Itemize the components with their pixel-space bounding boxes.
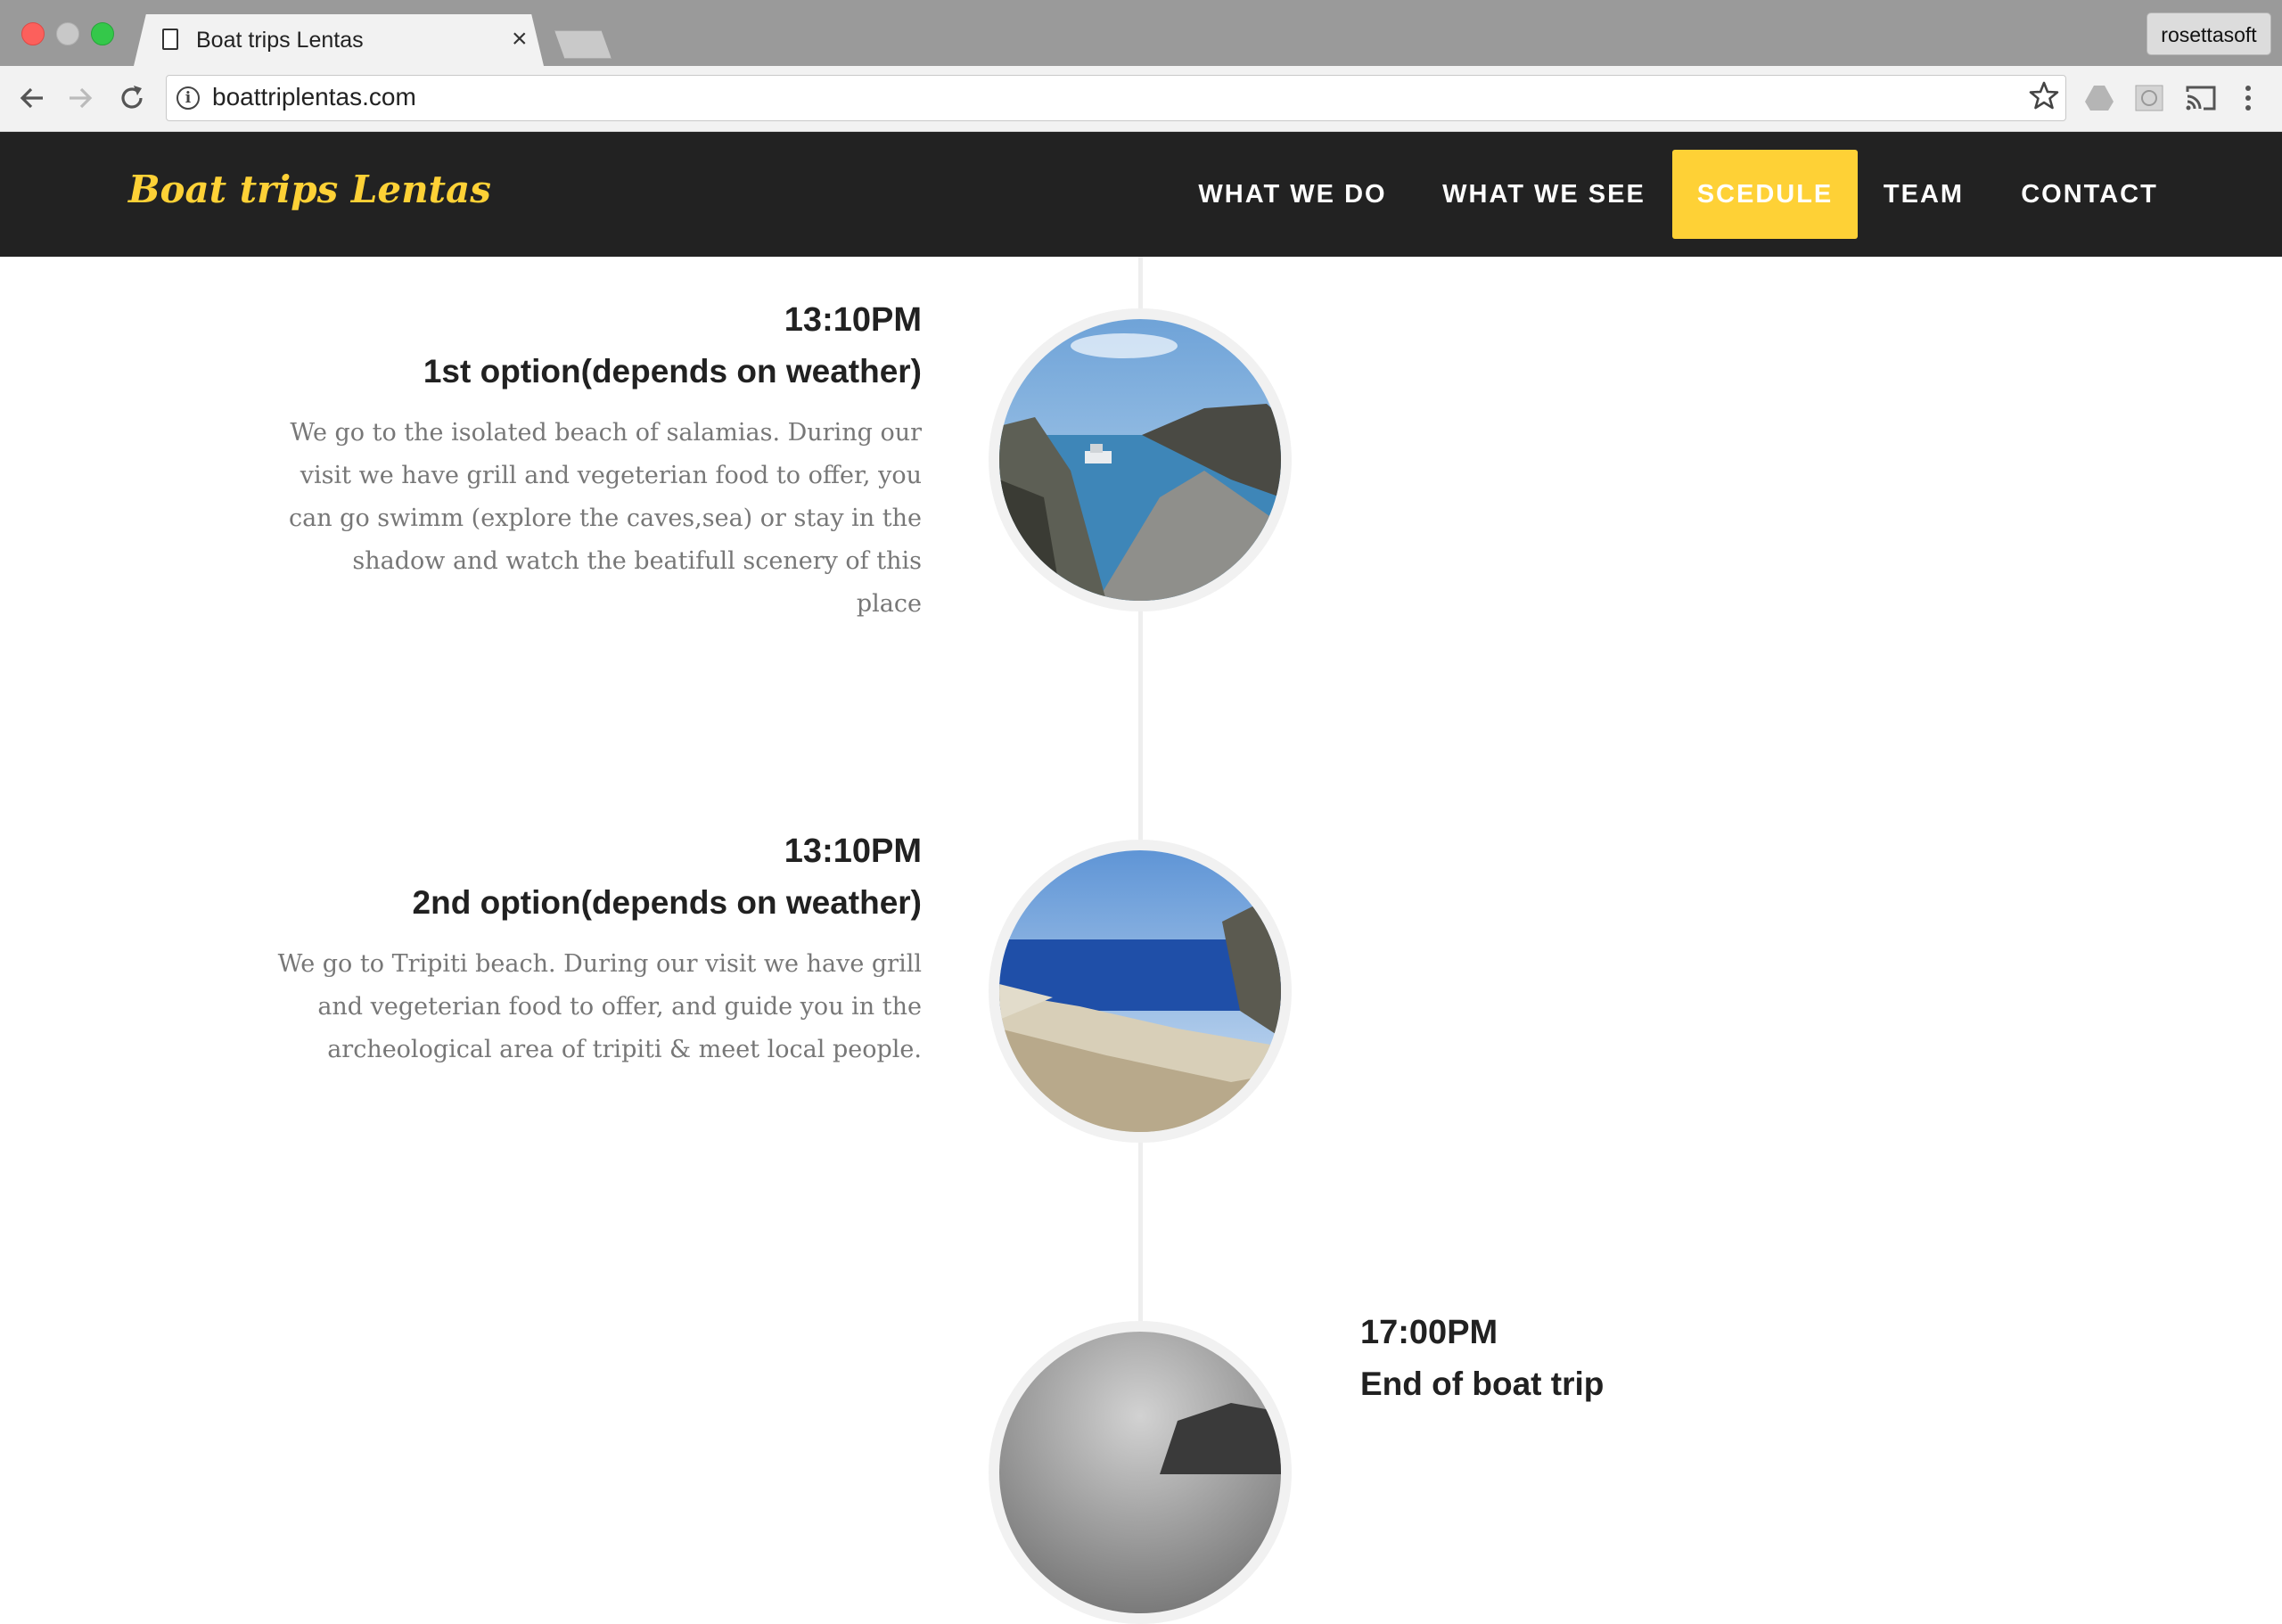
description-line: shadow and watch the beatifull scenery o… — [352, 547, 922, 575]
nav-team[interactable]: TEAM — [1872, 150, 1975, 239]
address-bar[interactable] — [166, 75, 2066, 121]
maximize-window-button[interactable] — [91, 22, 114, 45]
site-brand-logo[interactable]: Boat trips Lentas — [128, 168, 491, 211]
timeline-time: 17:00PM — [1360, 1314, 1498, 1351]
timeline-title: 1st option(depends on weather) — [423, 353, 922, 390]
nav-what-we-see[interactable]: WHAT WE SEE — [1428, 150, 1660, 239]
menu-kebab-icon[interactable] — [2239, 84, 2257, 112]
description-line: We go to the isolated beach of salamias.… — [290, 419, 922, 447]
timeline-time: 13:10PM — [784, 301, 922, 339]
nav-what-we-do[interactable]: WHAT WE DO — [1177, 150, 1408, 239]
timeline-description: We go to Tripiti beach. During our visit… — [267, 943, 922, 1071]
timeline-description: We go to the isolated beach of salamias.… — [267, 412, 922, 626]
description-line: archeological area of tripiti & meet loc… — [327, 1036, 922, 1063]
timeline-time: 13:10PM — [784, 833, 922, 870]
description-line: We go to Tripiti beach. During our visit… — [277, 950, 922, 978]
tab-title: Boat trips Lentas — [196, 28, 364, 53]
end-of-trip-image — [989, 1321, 1292, 1624]
info-icon[interactable]: i — [176, 86, 200, 110]
cast-icon[interactable] — [2184, 84, 2216, 112]
drive-extension-icon[interactable] — [2084, 84, 2114, 112]
timeline-title: 2nd option(depends on weather) — [412, 884, 922, 921]
nav-schedule[interactable]: SCEDULE — [1672, 150, 1858, 239]
tab-close-icon[interactable]: × — [512, 23, 528, 55]
salamias-beach-image — [989, 308, 1292, 611]
extension-grid-icon[interactable] — [2134, 84, 2164, 112]
back-arrow-icon[interactable] — [16, 82, 48, 121]
profile-button[interactable]: rosettasoft — [2147, 12, 2271, 55]
tripiti-beach-image — [989, 840, 1292, 1143]
document-icon — [162, 29, 178, 50]
description-line: visit we have grill and vegeterian food … — [300, 462, 922, 489]
description-line: and vegeterian food to offer, and guide … — [317, 993, 922, 1021]
minimize-window-button[interactable] — [56, 22, 79, 45]
reload-icon[interactable] — [116, 82, 148, 121]
bookmark-star-icon[interactable] — [2029, 80, 2059, 119]
close-window-button[interactable] — [21, 22, 45, 45]
forward-arrow-icon[interactable] — [64, 82, 96, 121]
description-line: place — [856, 590, 922, 618]
description-line: can go swimm (explore the caves,sea) or … — [288, 504, 922, 532]
timeline-title: End of boat trip — [1360, 1366, 1605, 1402]
url-text[interactable]: boattriplentas.com — [212, 83, 416, 111]
nav-contact[interactable]: CONTACT — [2007, 150, 2171, 239]
